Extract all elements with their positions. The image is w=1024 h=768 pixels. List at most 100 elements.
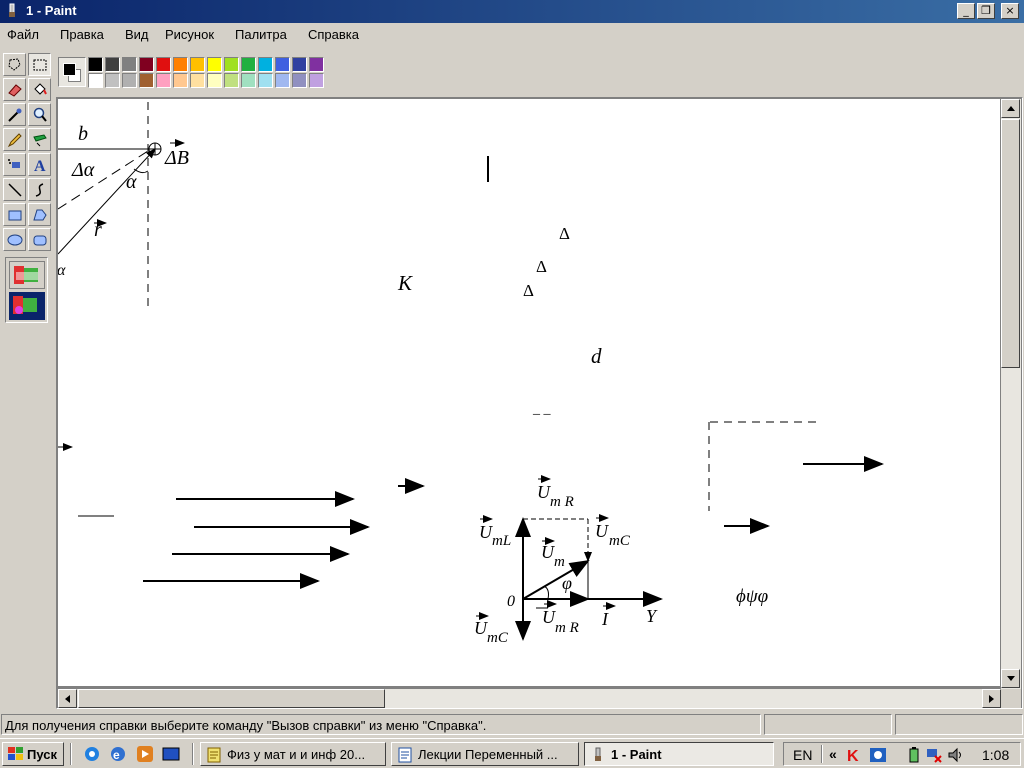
color-swatch[interactable] — [309, 73, 324, 88]
rect-select-tool[interactable] — [28, 53, 51, 76]
ellipse-tool[interactable] — [3, 228, 26, 251]
menu-help[interactable]: Справка — [308, 27, 359, 42]
network-disconnected-icon[interactable] — [925, 746, 943, 764]
clock[interactable]: 1:08 — [982, 747, 1009, 763]
color-swatch[interactable] — [139, 57, 154, 72]
scroll-down-button[interactable] — [1001, 669, 1020, 688]
language-indicator[interactable]: EN — [793, 747, 812, 763]
color-swatch[interactable] — [224, 57, 239, 72]
task-label: Физ у мат и и инф 20... — [227, 747, 366, 762]
color-swatch[interactable] — [241, 73, 256, 88]
color-swatch[interactable] — [275, 73, 290, 88]
menu-view[interactable]: Вид — [125, 27, 149, 42]
label-delta-1: Δ — [559, 224, 570, 243]
vertical-scrollbar[interactable] — [1001, 99, 1021, 689]
color-swatch[interactable] — [190, 57, 205, 72]
brush-tool[interactable] — [28, 128, 51, 151]
color-swatch[interactable] — [190, 73, 205, 88]
battery-power-icon[interactable] — [905, 746, 923, 764]
color-swatch[interactable] — [241, 57, 256, 72]
quick-launch-browser-icon[interactable] — [83, 745, 101, 763]
color-swatch[interactable] — [275, 57, 290, 72]
label-k: K — [398, 271, 413, 295]
label-d: d — [591, 344, 602, 368]
color-swatch[interactable] — [224, 73, 239, 88]
arrow-left-icon — [65, 695, 70, 703]
network-tray-icon[interactable] — [869, 746, 887, 764]
rounded-rectangle-tool[interactable] — [28, 228, 51, 251]
color-swatch[interactable] — [173, 57, 188, 72]
show-hidden-icons[interactable]: « — [829, 746, 837, 762]
minimize-button[interactable]: _ — [957, 3, 975, 19]
current-colors[interactable] — [58, 57, 86, 87]
color-swatch[interactable] — [309, 57, 324, 72]
color-swatch[interactable] — [122, 57, 137, 72]
restore-button[interactable]: ❐ — [977, 3, 995, 19]
drawing-canvas[interactable]: b Δα α ΔB r α Δ Δ Δ K d _ _ U m R U mL U… — [58, 99, 1000, 686]
color-swatch[interactable] — [258, 57, 273, 72]
close-button[interactable]: × — [1001, 3, 1019, 19]
opaque-option[interactable] — [9, 261, 45, 289]
magnifier-tool[interactable] — [28, 103, 51, 126]
curve-tool[interactable] — [28, 178, 51, 201]
fill-tool[interactable] — [28, 78, 51, 101]
drawing-lines — [58, 102, 884, 641]
color-swatch[interactable] — [88, 57, 103, 72]
horizontal-scrollbar[interactable] — [58, 689, 1001, 708]
label-zero: 0 — [507, 593, 515, 610]
show-desktop-icon[interactable] — [162, 745, 180, 763]
volume-speaker-icon[interactable] — [947, 746, 965, 764]
color-swatch[interactable] — [207, 57, 222, 72]
color-swatch[interactable] — [156, 57, 171, 72]
system-tray: EN « K 1:08 — [783, 742, 1021, 766]
start-button[interactable]: Пуск — [2, 742, 64, 766]
menu-palette[interactable]: Палитра — [235, 27, 287, 42]
task-button-lectures[interactable]: Лекции Переменный ... — [391, 742, 579, 766]
free-select-tool[interactable] — [3, 53, 26, 76]
windows-logo-icon — [8, 747, 23, 760]
airbrush-tool[interactable] — [3, 153, 26, 176]
color-swatch[interactable] — [105, 57, 120, 72]
horizontal-scroll-thumb[interactable] — [78, 689, 385, 708]
pencil-tool[interactable] — [3, 128, 26, 151]
text-tool[interactable]: A — [28, 153, 51, 176]
polygon-tool[interactable] — [28, 203, 51, 226]
color-swatch[interactable] — [156, 73, 171, 88]
color-picker-tool[interactable] — [3, 103, 26, 126]
color-swatch[interactable] — [139, 73, 154, 88]
rectangle-tool[interactable] — [3, 203, 26, 226]
status-bar: Для получения справки выберите команду "… — [0, 713, 1024, 736]
color-swatch[interactable] — [122, 73, 137, 88]
free-select-icon — [8, 58, 21, 71]
transparent-option[interactable] — [9, 292, 45, 320]
vertical-scroll-thumb[interactable] — [1001, 119, 1020, 368]
menu-file[interactable]: Файл — [7, 27, 39, 42]
line-tool[interactable] — [3, 178, 26, 201]
task-button-physics[interactable]: Физ у мат и и инф 20... — [200, 742, 386, 766]
label-alpha-cut: α — [58, 262, 65, 280]
color-swatch[interactable] — [88, 73, 103, 88]
color-swatch[interactable] — [292, 73, 307, 88]
menu-image[interactable]: Рисунок — [165, 27, 214, 42]
label-uml-sub: mL — [492, 533, 512, 549]
window-title: 1 - Paint — [26, 3, 77, 18]
color-swatch[interactable] — [292, 57, 307, 72]
eraser-tool[interactable] — [3, 78, 26, 101]
paint-window: 1 - Paint _ ❐ × Файл Правка Вид Рисунок … — [0, 0, 1024, 738]
color-swatch[interactable] — [207, 73, 222, 88]
title-bar[interactable]: 1 - Paint _ ❐ × — [0, 0, 1024, 23]
scroll-up-button[interactable] — [1001, 99, 1020, 118]
media-player-icon[interactable] — [136, 745, 154, 763]
label-delta-b: ΔB — [165, 147, 189, 169]
task-label: 1 - Paint — [611, 747, 662, 762]
color-swatch[interactable] — [105, 73, 120, 88]
document-icon — [207, 747, 221, 763]
internet-explorer-icon[interactable]: e — [109, 745, 127, 763]
scroll-left-button[interactable] — [58, 689, 77, 708]
menu-edit[interactable]: Правка — [60, 27, 104, 42]
scroll-right-button[interactable] — [982, 689, 1001, 708]
task-button-paint[interactable]: 1 - Paint — [584, 742, 774, 766]
antivirus-k-icon[interactable]: K — [845, 746, 863, 764]
color-swatch[interactable] — [258, 73, 273, 88]
color-swatch[interactable] — [173, 73, 188, 88]
